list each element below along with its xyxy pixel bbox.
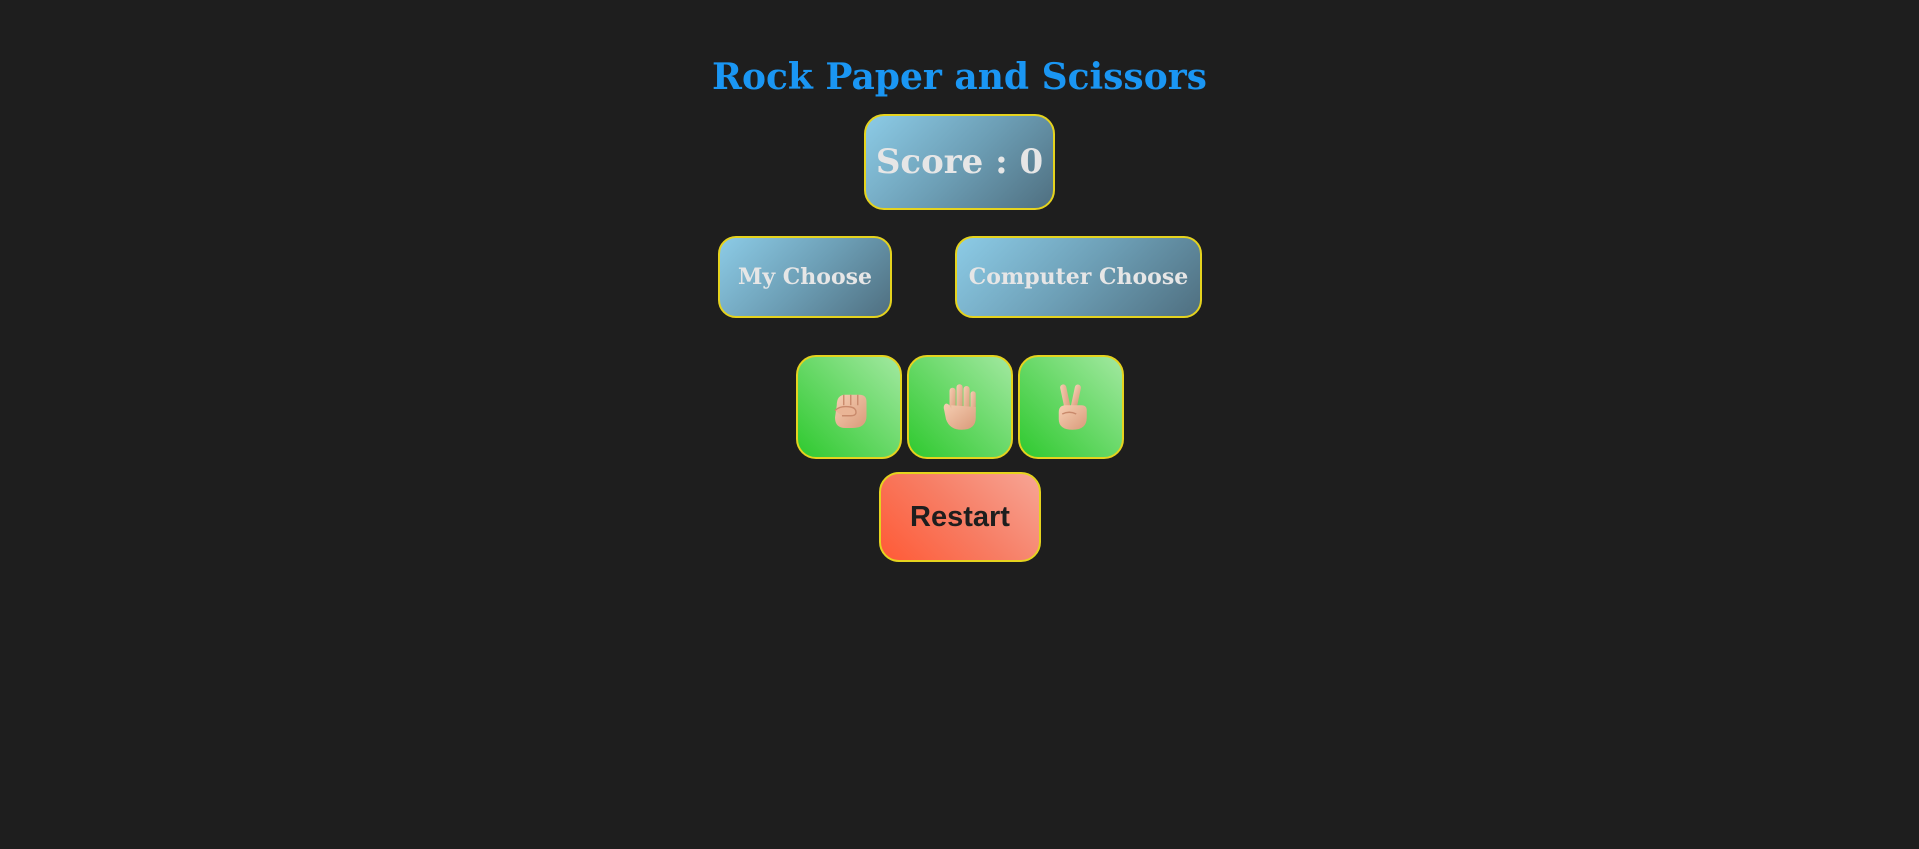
scissors-button[interactable]: [1018, 355, 1124, 459]
page-title: Rock Paper and Scissors: [712, 56, 1207, 98]
paper-button[interactable]: [907, 355, 1013, 459]
restart-button[interactable]: Restart: [879, 472, 1041, 562]
game-page: Rock Paper and Scissors Score : 0 My Cho…: [0, 0, 1919, 849]
score-display: Score : 0: [864, 114, 1055, 210]
raised-hand-icon: [943, 384, 976, 430]
my-choice-label: My Choose: [737, 264, 873, 290]
computer-choice-display: Computer Choose: [955, 236, 1202, 318]
score-label: Score : 0: [875, 142, 1044, 182]
victory-hand-icon: [1058, 384, 1087, 430]
restart-label: Restart: [910, 500, 1010, 533]
computer-choice-label: Computer Choose: [968, 264, 1189, 290]
rock-button[interactable]: [796, 355, 902, 459]
my-choice-display: My Choose: [718, 236, 892, 318]
fist-icon: [834, 394, 867, 428]
